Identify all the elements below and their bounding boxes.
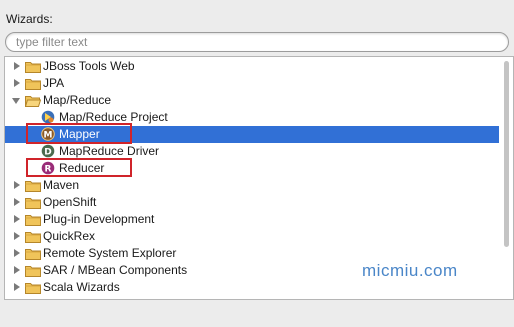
- expand-arrow-icon[interactable]: [14, 181, 20, 189]
- tree-item-jboss-tools-web[interactable]: JBoss Tools Web: [5, 58, 499, 75]
- collapse-arrow-icon[interactable]: [12, 98, 20, 104]
- tree-item-map-reduce[interactable]: Map/Reduce: [5, 92, 499, 109]
- tree-item-label: Scala Wizards: [43, 280, 120, 294]
- expand-arrow-icon[interactable]: [14, 198, 20, 206]
- expand-arrow-icon[interactable]: [14, 266, 20, 274]
- folder-icon: [25, 266, 41, 277]
- svg-text:D: D: [44, 148, 51, 158]
- folder-icon: [25, 249, 41, 260]
- reducer-highlight-box: [26, 158, 132, 177]
- folder-icon: [25, 181, 41, 192]
- vertical-scrollbar[interactable]: [501, 59, 512, 297]
- folder-icon: [25, 283, 41, 294]
- tree-item-label: Map/Reduce: [43, 93, 112, 107]
- scrollbar-thumb[interactable]: [504, 61, 509, 247]
- folder-icon: [25, 232, 41, 243]
- mapper-highlight-box: [26, 123, 132, 144]
- tree-item-label: JBoss Tools Web: [43, 59, 135, 73]
- tree-item-plug-in-development[interactable]: Plug-in Development: [5, 211, 499, 228]
- expand-arrow-icon[interactable]: [14, 79, 20, 87]
- filter-input[interactable]: [16, 34, 496, 50]
- expand-arrow-icon[interactable]: [14, 283, 20, 291]
- tree-item-label: Maven: [43, 178, 80, 192]
- mapreduce-driver-icon: D: [41, 144, 55, 158]
- folder-icon: [25, 215, 41, 226]
- folder-icon: [25, 79, 41, 90]
- tree-item-label: Remote System Explorer: [43, 246, 177, 260]
- expand-arrow-icon[interactable]: [14, 232, 20, 240]
- tree-item-label: QuickRex: [43, 229, 96, 243]
- tree-item-scala-wizards[interactable]: Scala Wizards: [5, 279, 499, 296]
- folder-icon: [25, 62, 41, 73]
- tree-item-quickrex[interactable]: QuickRex: [5, 228, 499, 245]
- tree-item-label: OpenShift: [43, 195, 97, 209]
- tree-item-maven[interactable]: Maven: [5, 177, 499, 194]
- filter-field[interactable]: [5, 32, 509, 52]
- tree-item-openshift[interactable]: OpenShift: [5, 194, 499, 211]
- wizards-label: Wizards:: [6, 12, 53, 26]
- tree-item-label: MapReduce Driver: [59, 144, 160, 158]
- tree-item-label: SAR / MBean Components: [43, 263, 188, 277]
- tree-item-jpa[interactable]: JPA: [5, 75, 499, 92]
- watermark-text: micmiu.com: [362, 261, 458, 280]
- folder-icon: [25, 198, 41, 209]
- tree-item-label: JPA: [43, 76, 65, 90]
- expand-arrow-icon[interactable]: [14, 62, 20, 70]
- tree-item-label: Plug-in Development: [43, 212, 155, 226]
- open-folder-icon: [25, 96, 41, 107]
- map-reduce-project-icon: [41, 110, 55, 124]
- expand-arrow-icon[interactable]: [14, 249, 20, 257]
- tree-item-remote-system-explorer[interactable]: Remote System Explorer: [5, 245, 499, 262]
- expand-arrow-icon[interactable]: [14, 215, 20, 223]
